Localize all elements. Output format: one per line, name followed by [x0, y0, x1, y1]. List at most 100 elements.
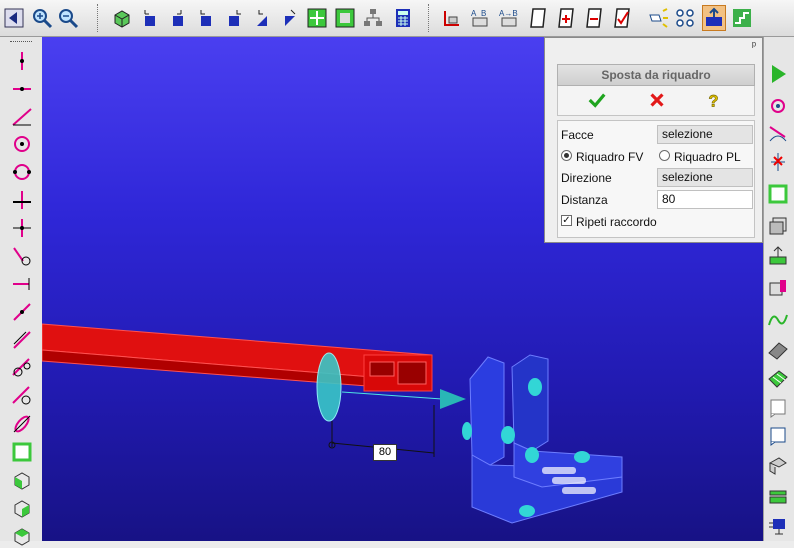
rename-ab-icon[interactable]: AB [468, 5, 492, 31]
direction-line [341, 391, 443, 400]
view-front-icon[interactable] [138, 5, 162, 31]
view-right-icon[interactable] [166, 5, 190, 31]
beam-hole [369, 361, 395, 377]
direzione-row: Direzione selezione [557, 167, 755, 189]
cross-icon[interactable] [9, 188, 35, 212]
svg-text:A→B: A→B [499, 9, 518, 18]
view-back-icon[interactable] [250, 5, 274, 31]
star-line-icon[interactable] [766, 150, 790, 174]
remove-document-icon[interactable] [583, 5, 607, 31]
view-top-icon[interactable] [194, 5, 218, 31]
dots-icon[interactable] [673, 5, 697, 31]
beam-hole-2 [397, 361, 427, 385]
bolt-5 [519, 505, 535, 517]
direction-arrow [440, 389, 466, 409]
layers-icon[interactable] [766, 484, 790, 508]
move-from-frame-panel: ᵖ Sposta da riquadro ? Facce selezione R… [544, 37, 763, 243]
radio-riquadro-fv-label: Riquadro FV [576, 150, 644, 164]
note-icon[interactable] [766, 396, 790, 420]
hook-icon[interactable] [9, 244, 35, 268]
view-left-icon[interactable] [222, 5, 246, 31]
ellipse-icon[interactable] [9, 412, 35, 436]
arc-icon[interactable] [766, 122, 790, 146]
view-bottom-icon[interactable] [278, 5, 302, 31]
box-icon[interactable] [9, 468, 35, 492]
ripeti-checkbox[interactable]: ✓ [561, 215, 572, 226]
distanza-input[interactable]: 80 [657, 190, 753, 209]
lift-icon[interactable] [766, 244, 790, 268]
screen-icon[interactable] [766, 514, 790, 538]
bolt-6 [574, 451, 590, 463]
slot [542, 467, 576, 474]
light-icon[interactable] [646, 5, 670, 31]
direzione-label: Direzione [561, 171, 612, 185]
direzione-field[interactable]: selezione [657, 168, 753, 187]
svg-text:B: B [481, 9, 486, 18]
cutting-plane [316, 352, 342, 422]
play-icon[interactable] [766, 62, 790, 86]
note-2-icon[interactable] [766, 424, 790, 448]
horizontal-line-icon[interactable] [9, 77, 35, 101]
layer-active-icon[interactable] [702, 5, 726, 31]
slot-2 [552, 477, 586, 484]
twist-icon[interactable] [766, 454, 790, 478]
separator [428, 4, 431, 32]
tree-icon[interactable] [361, 5, 385, 31]
box-2-icon[interactable] [9, 496, 35, 520]
separator [97, 4, 100, 32]
cross-small-icon[interactable] [9, 216, 35, 240]
facce-field[interactable]: selezione [657, 125, 753, 144]
horizontal-arrow-icon[interactable] [9, 272, 35, 296]
ripeti-label: Ripeti raccordo [576, 215, 657, 229]
grid-icon[interactable] [766, 366, 790, 390]
circle-center-icon[interactable] [9, 132, 35, 156]
panel-actions: ? [557, 86, 755, 116]
wave-icon[interactable] [766, 308, 790, 332]
zoom-in-icon[interactable] [30, 5, 54, 31]
grip [10, 41, 32, 42]
slot-3 [562, 487, 596, 494]
angled-line-icon[interactable] [9, 104, 35, 128]
cube-view-icon[interactable] [110, 5, 134, 31]
confirm-check-icon[interactable] [584, 88, 610, 112]
back-arrow-icon[interactable] [2, 5, 26, 31]
rename-arrow-icon[interactable]: A→B [497, 5, 521, 31]
vertical-line-icon[interactable] [9, 49, 35, 73]
radio-riquadro-pl[interactable] [659, 150, 670, 161]
facce-row: Facce selezione [557, 124, 755, 146]
document-icon[interactable] [527, 5, 551, 31]
tangent-circle-2-icon[interactable] [9, 384, 35, 408]
box-3-icon[interactable] [9, 524, 35, 548]
radio-riquadro-pl-label: Riquadro PL [674, 150, 741, 164]
diagonal-line-2-icon[interactable] [9, 328, 35, 352]
bracket-plate [469, 356, 505, 466]
help-question-icon[interactable]: ? [701, 88, 727, 112]
frame-icon[interactable] [333, 5, 357, 31]
add-document-icon[interactable] [555, 5, 579, 31]
circle-icon[interactable] [9, 160, 35, 184]
measure-icon[interactable] [440, 5, 464, 31]
tangent-circle-icon[interactable] [9, 356, 35, 380]
zoom-out-icon[interactable] [56, 5, 80, 31]
bolt-2 [501, 426, 515, 444]
green-square-icon[interactable] [766, 182, 790, 206]
bracket-plate-2 [511, 354, 549, 452]
stack-icon[interactable] [766, 214, 790, 238]
ripeti-row: ✓ Ripeti raccordo [557, 211, 755, 233]
fit-all-icon[interactable] [305, 5, 329, 31]
wedge-icon[interactable] [766, 338, 790, 362]
circle-target-icon[interactable] [766, 94, 790, 118]
pin-icon[interactable]: ᵖ [752, 40, 756, 52]
radio-riquadro-fv[interactable] [561, 150, 572, 161]
extrude-icon[interactable] [766, 276, 790, 300]
step-icon[interactable] [730, 5, 754, 31]
svg-text:A: A [471, 9, 477, 18]
calculator-icon[interactable] [391, 5, 415, 31]
dimension-label[interactable]: 80 [373, 444, 397, 461]
cancel-x-icon[interactable] [644, 88, 670, 112]
diagonal-line-icon[interactable] [9, 300, 35, 324]
distanza-label: Distanza [561, 193, 608, 207]
square-icon[interactable] [9, 440, 35, 464]
panel-title: Sposta da riquadro [557, 64, 755, 86]
check-document-icon[interactable] [611, 5, 635, 31]
